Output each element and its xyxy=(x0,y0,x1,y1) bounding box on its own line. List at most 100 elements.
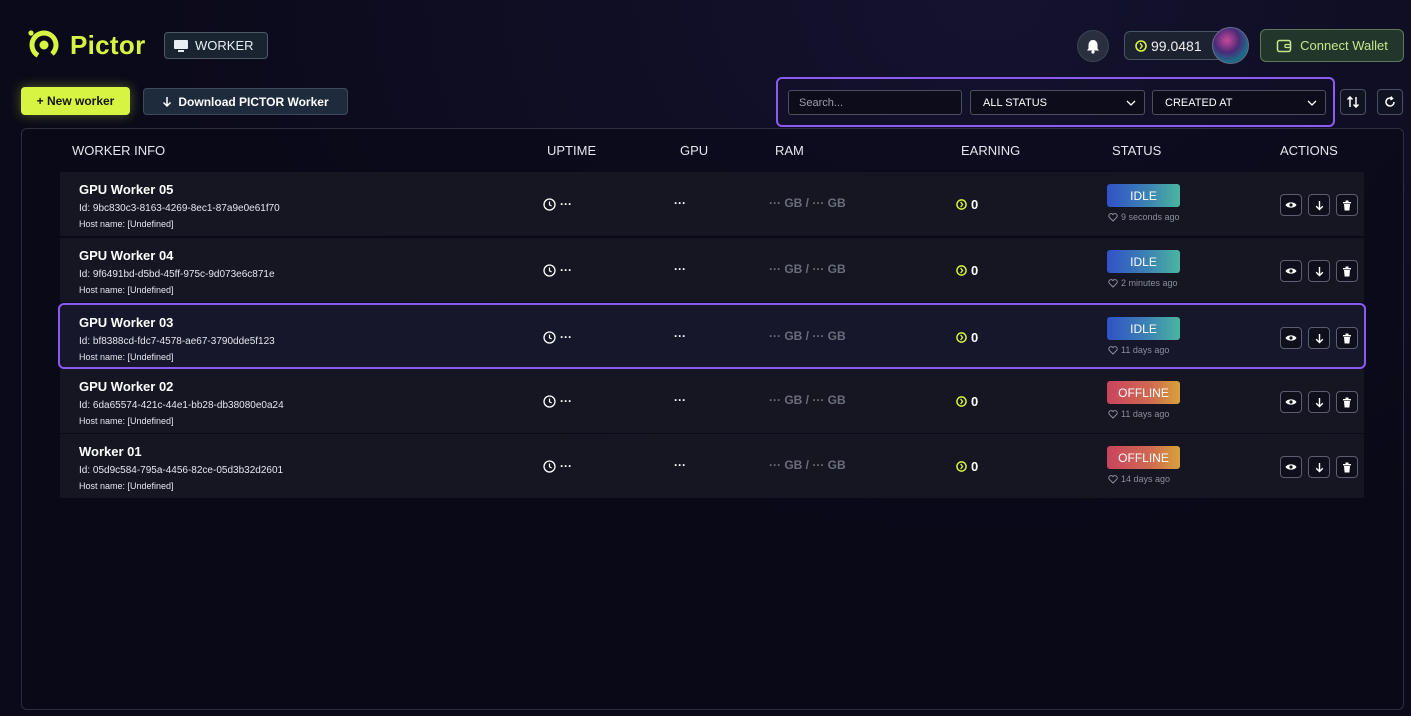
worker-name: GPU Worker 03 xyxy=(79,315,174,330)
worker-name: GPU Worker 05 xyxy=(79,182,174,197)
status-time-value: 9 seconds ago xyxy=(1121,212,1180,222)
view-button[interactable] xyxy=(1280,391,1302,413)
download-button[interactable] xyxy=(1308,194,1330,216)
table-row[interactable]: GPU Worker 02 Id: 6da65574-421c-44e1-bb2… xyxy=(60,369,1364,433)
col-gpu: GPU xyxy=(680,143,709,158)
status-time: 14 days ago xyxy=(1108,474,1170,484)
earning-value: 0 xyxy=(971,394,979,409)
notifications-button[interactable] xyxy=(1077,30,1109,62)
earning-value: 0 xyxy=(971,197,979,212)
status-time: 2 minutes ago xyxy=(1108,278,1178,288)
coin-icon xyxy=(956,461,967,472)
status-filter-select[interactable]: ALL STATUS xyxy=(970,90,1145,115)
delete-button[interactable] xyxy=(1336,391,1358,413)
sort-order-button[interactable] xyxy=(1340,89,1366,115)
status-badge: IDLE xyxy=(1107,250,1180,273)
coin-icon xyxy=(956,332,967,343)
trash-icon xyxy=(1343,266,1351,276)
arrow-down-icon xyxy=(1315,200,1323,210)
heart-icon xyxy=(1108,212,1118,222)
worker-id: Id: 6da65574-421c-44e1-bb28-db38080e0a24 xyxy=(79,400,284,411)
download-button[interactable] xyxy=(1308,260,1330,282)
delete-button[interactable] xyxy=(1336,194,1358,216)
col-actions: ACTIONS xyxy=(1280,143,1338,158)
worker-earning: 0 xyxy=(956,394,978,409)
logo-mark-icon xyxy=(26,27,62,63)
view-button[interactable] xyxy=(1280,194,1302,216)
earning-value: 0 xyxy=(971,330,979,345)
wallet-icon xyxy=(1276,39,1292,52)
heart-icon xyxy=(1108,345,1118,355)
delete-button[interactable] xyxy=(1336,456,1358,478)
uptime-value: ··· xyxy=(560,459,572,473)
col-earning: EARNING xyxy=(961,143,1021,158)
worker-gpu: ··· xyxy=(674,196,686,210)
worker-earning: 0 xyxy=(956,330,978,345)
status-badge: IDLE xyxy=(1107,317,1180,340)
logo[interactable]: Pictor xyxy=(26,27,145,63)
avatar[interactable] xyxy=(1212,27,1249,64)
chevron-down-icon xyxy=(1126,100,1136,106)
status-time: 9 seconds ago xyxy=(1108,212,1180,222)
section-badge-label: WORKER xyxy=(195,38,254,53)
row-actions xyxy=(1280,456,1358,478)
trash-icon xyxy=(1343,462,1351,472)
section-badge[interactable]: WORKER xyxy=(164,32,268,59)
worker-ram: ··· GB / ··· GB xyxy=(769,458,846,472)
sort-filter-value: CREATED AT xyxy=(1165,96,1233,109)
eye-icon xyxy=(1285,399,1297,405)
status-time-value: 2 minutes ago xyxy=(1121,278,1178,288)
view-button[interactable] xyxy=(1280,260,1302,282)
table-row[interactable]: GPU Worker 03 Id: bf8388cd-fdc7-4578-ae6… xyxy=(58,303,1366,369)
table-row[interactable]: Worker 01 Id: 05d9c584-795a-4456-82ce-05… xyxy=(60,434,1364,498)
heart-icon xyxy=(1108,409,1118,419)
uptime-value: ··· xyxy=(560,197,572,211)
worker-name: GPU Worker 02 xyxy=(79,379,174,394)
col-status: STATUS xyxy=(1112,143,1162,158)
row-actions xyxy=(1280,260,1358,282)
arrow-down-icon xyxy=(1315,462,1323,472)
worker-earning: 0 xyxy=(956,459,978,474)
clock-icon xyxy=(543,330,556,344)
view-button[interactable] xyxy=(1280,456,1302,478)
chevron-down-icon xyxy=(1307,100,1317,106)
clock-icon xyxy=(543,459,556,473)
view-button[interactable] xyxy=(1280,327,1302,349)
clock-icon xyxy=(543,197,556,211)
coin-icon xyxy=(956,265,967,276)
bell-icon xyxy=(1087,39,1099,54)
search-input[interactable] xyxy=(788,90,962,115)
sort-filter-select[interactable]: CREATED AT xyxy=(1152,90,1326,115)
arrow-down-icon xyxy=(163,96,172,107)
eye-icon xyxy=(1285,268,1297,274)
table-row[interactable]: GPU Worker 04 Id: 9f6491bd-d5bd-45ff-975… xyxy=(60,238,1364,302)
table-row[interactable]: GPU Worker 05 Id: 9bc830c3-8163-4269-8ec… xyxy=(60,172,1364,236)
row-actions xyxy=(1280,327,1358,349)
download-button[interactable] xyxy=(1308,327,1330,349)
status-time-value: 11 days ago xyxy=(1121,345,1170,355)
clock-icon xyxy=(543,263,556,277)
col-ram: RAM xyxy=(775,143,804,158)
delete-button[interactable] xyxy=(1336,327,1358,349)
worker-uptime: ··· xyxy=(543,394,572,408)
delete-button[interactable] xyxy=(1336,260,1358,282)
download-button[interactable] xyxy=(1308,456,1330,478)
connect-wallet-button[interactable]: Connect Wallet xyxy=(1260,29,1404,62)
new-worker-button[interactable]: + New worker xyxy=(21,87,130,115)
earning-value: 0 xyxy=(971,263,979,278)
connect-wallet-label: Connect Wallet xyxy=(1300,38,1388,53)
status-badge: OFFLINE xyxy=(1107,381,1180,404)
monitor-icon xyxy=(174,39,188,52)
worker-ram: ··· GB / ··· GB xyxy=(769,393,846,407)
uptime-value: ··· xyxy=(560,263,572,277)
eye-icon xyxy=(1285,464,1297,470)
worker-gpu: ··· xyxy=(674,262,686,276)
status-time-value: 14 days ago xyxy=(1121,474,1171,484)
refresh-button[interactable] xyxy=(1377,89,1403,115)
download-worker-button[interactable]: Download PICTOR Worker xyxy=(143,88,348,115)
status-time-value: 11 days ago xyxy=(1121,409,1170,419)
download-button[interactable] xyxy=(1308,391,1330,413)
worker-id: Id: 05d9c584-795a-4456-82ce-05d3b32d2601 xyxy=(79,465,284,476)
coin-icon xyxy=(956,199,967,210)
worker-host: Host name: [Undefined] xyxy=(79,481,174,491)
